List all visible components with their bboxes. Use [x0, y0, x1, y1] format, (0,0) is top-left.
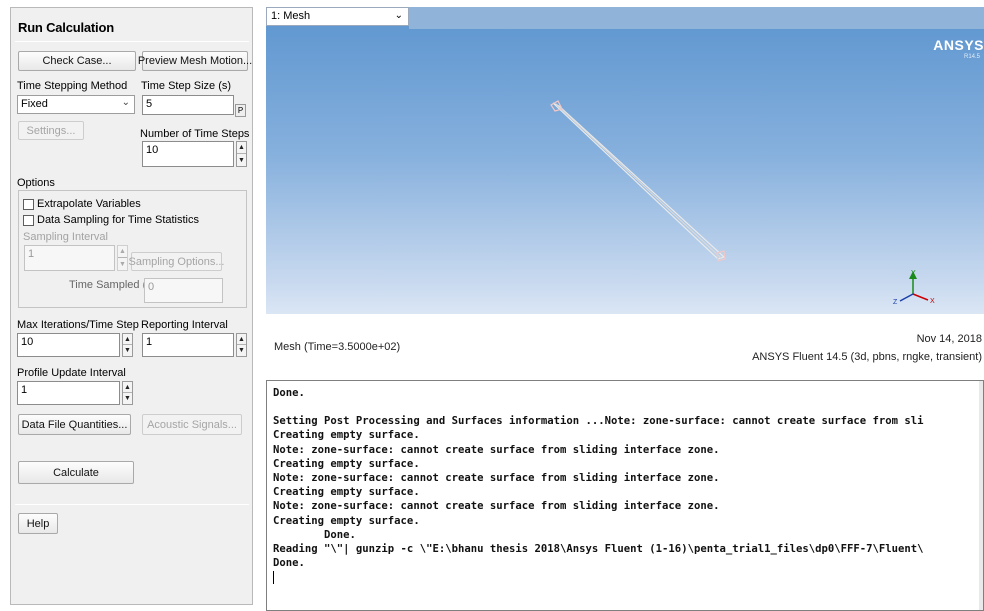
number-of-time-steps-label: Number of Time Steps: [140, 128, 250, 140]
pipe-mesh: [550, 100, 726, 262]
console-line: Creating empty surface.: [273, 486, 420, 499]
check-case-button[interactable]: Check Case...: [18, 51, 136, 71]
preview-mesh-motion-button[interactable]: Preview Mesh Motion...: [138, 51, 252, 71]
console-line: Done.: [273, 387, 305, 399]
max-iterations-label: Max Iterations/Time Step: [17, 319, 139, 331]
run-calculation-panel: Run Calculation Check Case... Preview Me…: [10, 7, 253, 605]
console-line: Setting Post Processing and Surfaces inf…: [273, 415, 924, 428]
spin-up-icon[interactable]: ▲: [123, 382, 132, 393]
date-label: Nov 14, 2018: [916, 333, 982, 345]
max-iterations-field[interactable]: 10: [17, 333, 120, 357]
profile-update-spinner[interactable]: ▲ ▼: [122, 381, 133, 405]
console-line: Creating empty surface.: [273, 457, 420, 470]
profile-update-field[interactable]: 1: [17, 381, 120, 405]
chevron-down-icon: ⌄: [121, 97, 130, 108]
console-line: Done.: [273, 528, 356, 541]
help-button[interactable]: Help: [18, 513, 58, 534]
axis-triad-icon: X Z Y: [893, 270, 935, 306]
spin-up-icon[interactable]: ▲: [237, 142, 246, 154]
spin-down-icon[interactable]: ▼: [237, 345, 246, 356]
options-label: Options: [17, 177, 55, 189]
panel-divider: [15, 504, 249, 505]
extrapolate-variables-checkbox[interactable]: Extrapolate Variables: [23, 198, 141, 210]
checkbox-icon[interactable]: [23, 214, 34, 226]
console-line: Note: zone-surface: cannot create surfac…: [273, 443, 720, 456]
spin-up-icon[interactable]: ▲: [237, 334, 246, 345]
reporting-interval-spinner[interactable]: ▲ ▼: [236, 333, 247, 357]
sampling-interval-spinner[interactable]: ▲ ▼: [117, 245, 128, 271]
spin-down-icon[interactable]: ▼: [237, 154, 246, 166]
data-sampling-label: Data Sampling for Time Statistics: [37, 214, 200, 226]
time-step-size-field[interactable]: 5: [142, 95, 234, 115]
sampling-interval-field[interactable]: 1: [24, 245, 115, 271]
svg-text:Y: Y: [911, 270, 916, 277]
reporting-interval-label: Reporting Interval: [141, 319, 228, 331]
console-line: Note: zone-surface: cannot create surfac…: [273, 472, 720, 485]
reporting-interval-field[interactable]: 1: [142, 333, 234, 357]
time-sampled-field: 0: [144, 278, 223, 303]
profile-update-label: Profile Update Interval: [17, 367, 126, 379]
console-scrollbar[interactable]: [979, 381, 983, 610]
spin-up-icon[interactable]: ▲: [123, 334, 132, 345]
parameter-button[interactable]: P: [235, 104, 246, 117]
spin-down-icon[interactable]: ▼: [118, 258, 127, 270]
graphics-window[interactable]: 1: Mesh ⌄ ANSYS R14.5 X Z Y Mesh (Time=3…: [266, 7, 984, 374]
text-cursor[interactable]: [273, 570, 274, 584]
data-file-quantities-button[interactable]: Data File Quantities...: [18, 414, 131, 435]
spin-up-icon[interactable]: ▲: [118, 246, 127, 258]
console-output[interactable]: Done. Setting Post Processing and Surfac…: [266, 380, 984, 611]
svg-text:X: X: [930, 298, 935, 305]
sampling-options-button[interactable]: Sampling Options...: [129, 252, 225, 271]
time-stepping-method-label: Time Stepping Method: [17, 80, 128, 92]
console-line: Note: zone-surface: cannot create surfac…: [273, 500, 720, 513]
extrapolate-variables-label: Extrapolate Variables: [37, 198, 141, 210]
time-steps-spinner[interactable]: ▲ ▼: [236, 141, 247, 167]
time-stepping-method-select[interactable]: Fixed ⌄: [17, 95, 135, 114]
time-stepping-method-value: Fixed: [21, 98, 48, 110]
max-iterations-spinner[interactable]: ▲ ▼: [122, 333, 133, 357]
console-line: Creating empty surface.: [273, 514, 420, 527]
number-of-time-steps-field[interactable]: 10: [142, 141, 234, 167]
panel-title: Run Calculation: [18, 20, 114, 35]
calculate-button[interactable]: Calculate: [18, 461, 134, 484]
acoustic-signals-button[interactable]: Acoustic Signals...: [142, 414, 242, 435]
console-line: Creating empty surface.: [273, 429, 420, 442]
title-divider: [15, 41, 249, 42]
spin-down-icon[interactable]: ▼: [123, 393, 132, 404]
checkbox-icon[interactable]: [23, 198, 34, 210]
time-sampled-label: Time Sampled (s): [69, 279, 156, 291]
solver-info-label: ANSYS Fluent 14.5 (3d, pbns, rngke, tran…: [752, 351, 982, 363]
sampling-interval-label: Sampling Interval: [23, 231, 108, 243]
spin-down-icon[interactable]: ▼: [123, 345, 132, 356]
mesh-time-label: Mesh (Time=3.5000e+02): [274, 341, 401, 353]
console-line: Reading "\"| gunzip -c \"E:\bhanu thesis…: [273, 543, 924, 556]
svg-text:Z: Z: [893, 299, 898, 306]
time-step-size-label: Time Step Size (s): [141, 80, 232, 92]
console-line: Done.: [273, 557, 305, 570]
settings-button[interactable]: Settings...: [18, 121, 84, 140]
data-sampling-checkbox[interactable]: Data Sampling for Time Statistics: [23, 214, 199, 226]
